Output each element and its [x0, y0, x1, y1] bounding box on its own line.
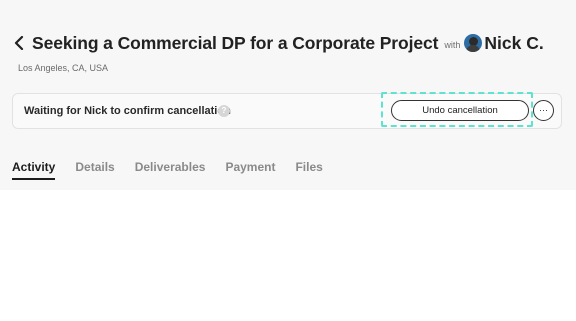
tab-bar: Activity Details Deliverables Payment Fi…: [12, 160, 343, 180]
help-icon[interactable]: ?: [218, 105, 230, 117]
with-label: with: [444, 40, 461, 50]
tab-payment[interactable]: Payment: [225, 160, 275, 180]
page-title: Seeking a Commercial DP for a Corporate …: [32, 32, 439, 53]
status-banner: Waiting for Nick to confirm cancellation…: [12, 92, 562, 129]
location-text: Los Angeles, CA, USA: [18, 63, 109, 73]
tab-files[interactable]: Files: [295, 160, 322, 180]
undo-cancellation-button[interactable]: Undo cancellation: [391, 100, 529, 121]
tab-activity[interactable]: Activity: [12, 160, 56, 180]
chevron-left-icon: [14, 36, 24, 50]
avatar[interactable]: [464, 34, 483, 52]
job-header-panel: Seeking a Commercial DP for a Corporate …: [0, 0, 576, 190]
status-message: Waiting for Nick to confirm cancellation: [24, 105, 231, 117]
tab-deliverables[interactable]: Deliverables: [135, 160, 206, 180]
tab-details[interactable]: Details: [75, 160, 114, 180]
back-button[interactable]: [12, 32, 26, 54]
person-name[interactable]: Nick C.: [484, 33, 543, 54]
header-row: Seeking a Commercial DP for a Corporate …: [12, 30, 544, 56]
more-options-button[interactable]: ···: [533, 100, 554, 121]
